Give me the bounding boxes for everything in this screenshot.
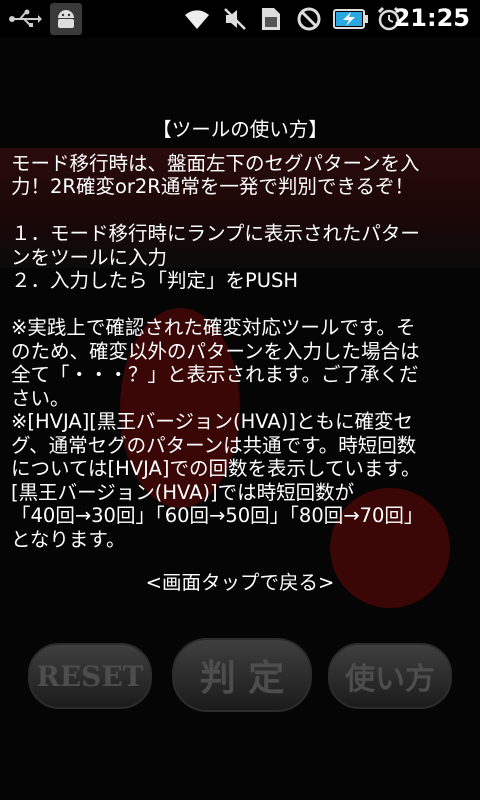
judge-button[interactable]: 判 定: [172, 638, 312, 712]
judge-button-label: 判 定: [199, 657, 285, 699]
wifi-icon: [182, 5, 212, 33]
reset-button[interactable]: RESET: [28, 643, 152, 709]
help-line: グ、通常セグのパターンは共通です。時短回数: [11, 433, 417, 457]
reset-button-label: RESET: [36, 659, 144, 693]
status-clock: 21:25: [393, 4, 470, 32]
help-line: [0, 293, 480, 317]
no-entry-icon: [296, 5, 322, 33]
silent-icon: [222, 5, 248, 33]
tap-to-return-hint[interactable]: <画面タップで戻る>: [0, 571, 480, 595]
sim-icon: [260, 5, 282, 33]
help-line: ※実践上で確認された確変対応ツールです。そ: [11, 316, 416, 339]
help-line: 全て「・・・？」と表示されます。ご了承くだ: [11, 363, 419, 386]
usage-button[interactable]: 使い方: [328, 643, 452, 709]
help-line: モード移行時は、盤面左下のセグパターンを入: [11, 151, 420, 175]
help-title: 【ツールの使い方】: [152, 118, 328, 141]
battery-charging-icon: [333, 5, 369, 33]
help-line: 力！2R確変or2R通常を一発で判別できるぞ！: [11, 175, 414, 198]
help-line: ンをツールに入力: [11, 245, 168, 269]
android-debug-icon: [50, 3, 82, 35]
usage-button-label: 使い方: [345, 662, 435, 697]
help-line: ※[HVJA][黒王バージョン(HVA)]ともに確変セ: [11, 410, 413, 433]
help-line: となります。: [11, 527, 126, 551]
help-line: [0, 199, 480, 223]
help-line: のため、確変以外のパターンを入力した場合は: [11, 339, 420, 363]
help-line: １．モード移行時にランプに表示されたパター: [11, 222, 420, 245]
help-overlay[interactable]: 【ツールの使い方】 モード移行時は、盤面左下のセグパターンを入 力！2R確変or…: [0, 118, 480, 595]
help-line: 「40回→30回」「60回→50回」「80回→70回」: [11, 504, 424, 527]
status-bar: 21:25: [0, 0, 480, 38]
usb-icon: [8, 5, 42, 33]
help-line: [黒王バージョン(HVA)]では時短回数が: [11, 480, 355, 504]
help-line: については[HVJA]での回数を表示しています。: [11, 457, 421, 480]
help-line: ２．入力したら「判定」をPUSH: [11, 269, 299, 292]
help-line: さい。: [11, 386, 70, 410]
